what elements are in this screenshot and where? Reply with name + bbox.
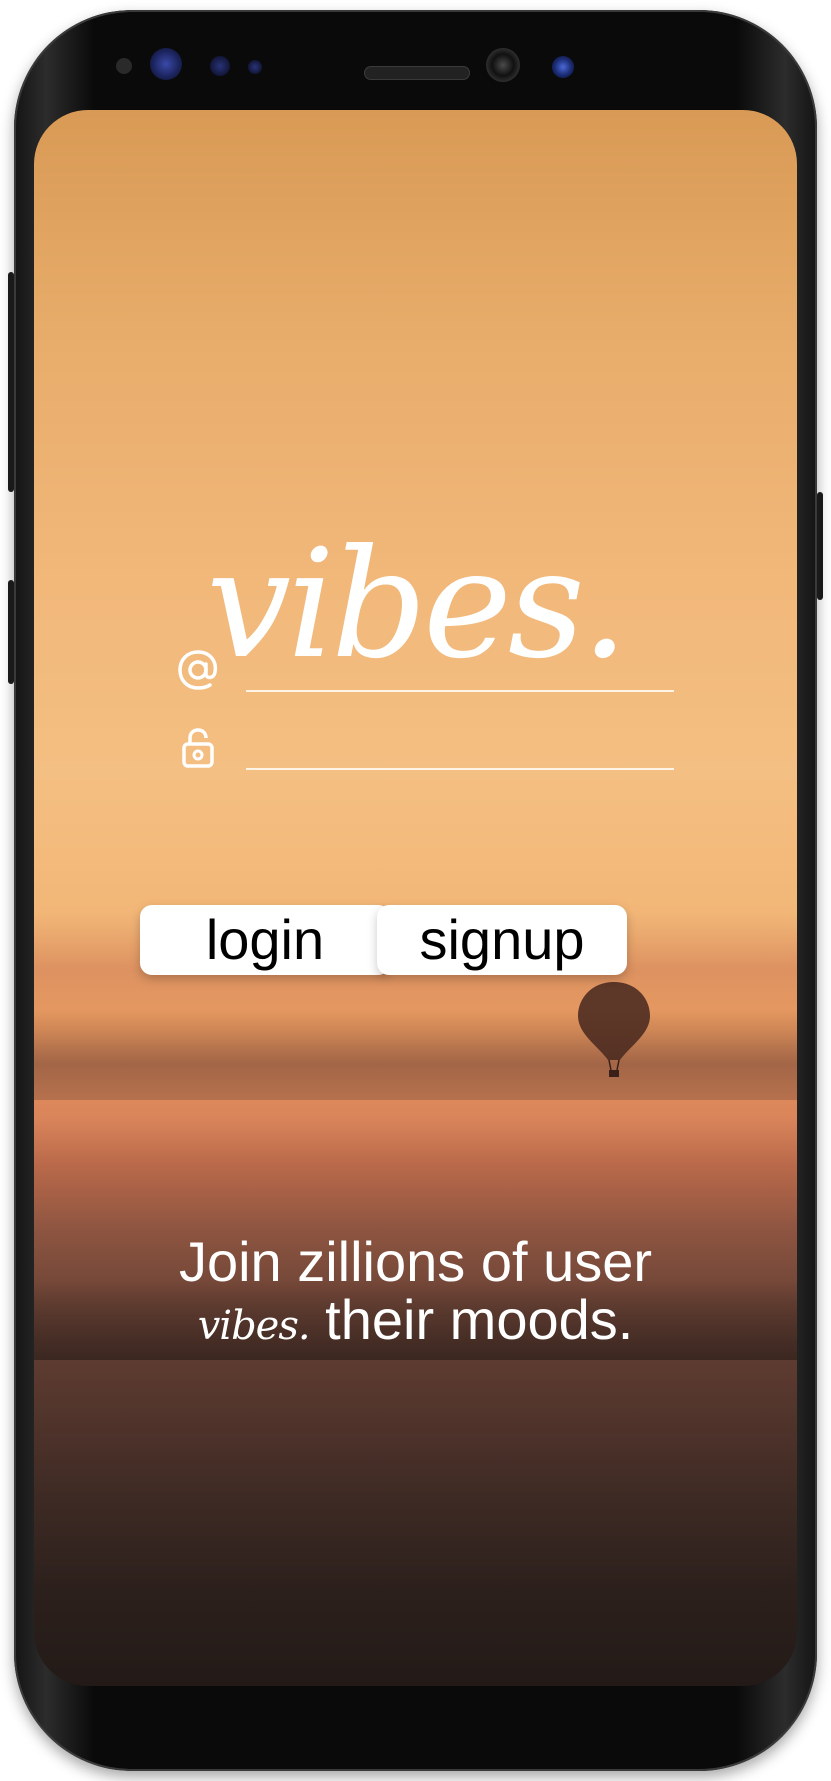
lock-icon (182, 728, 214, 768)
hot-air-balloon-icon (578, 982, 650, 1077)
password-row (174, 718, 674, 778)
sensor-icon (210, 56, 230, 76)
hill-layer (34, 1010, 797, 1100)
login-button[interactable]: login (140, 905, 390, 975)
volume-button[interactable] (8, 580, 14, 684)
front-camera-icon (486, 48, 520, 82)
email-field[interactable] (246, 648, 674, 692)
sensor-icon (116, 58, 132, 74)
power-button[interactable] (817, 492, 823, 600)
password-field[interactable] (246, 726, 674, 770)
at-sign-icon (178, 650, 218, 690)
sensor-icon (552, 56, 574, 78)
signup-button[interactable]: signup (377, 905, 627, 975)
tagline-line-2-text: their moods. (309, 1288, 634, 1351)
phone-frame: vibes. login signup Join zillions of use… (14, 10, 817, 1771)
app-screen: vibes. login signup Join zillions of use… (34, 110, 797, 1686)
tagline-logo: vibes. (197, 1303, 311, 1349)
bixby-button[interactable] (8, 272, 14, 492)
iris-scanner-icon (150, 48, 182, 80)
earpiece-speaker (364, 66, 470, 80)
tagline-line-2: vibes. their moods. (34, 1290, 797, 1356)
sensor-icon (248, 60, 262, 74)
email-row (174, 640, 674, 700)
tagline-line-1: Join zillions of user (178, 1230, 653, 1293)
